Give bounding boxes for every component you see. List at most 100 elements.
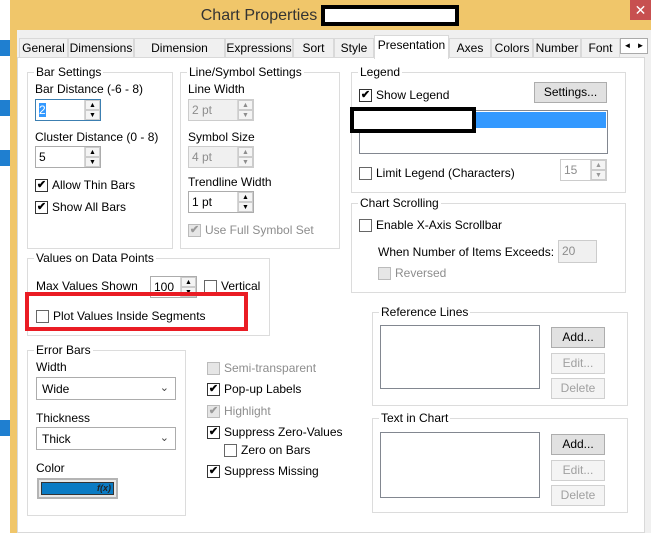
check-icon: ✔ [188, 223, 201, 237]
tab-dimensions[interactable]: Dimensions [68, 38, 134, 58]
check-icon: ✔ [207, 382, 220, 396]
delete-reference-line-button[interactable]: Delete [551, 378, 605, 399]
add-reference-line-button[interactable]: Add... [551, 327, 605, 348]
spin-up-icon: ▲ [238, 100, 253, 110]
spin-up-icon: ▲ [238, 147, 253, 157]
limit-legend-checkbox[interactable]: Limit Legend (Characters) [359, 166, 515, 180]
spin-up-icon[interactable]: ▲ [85, 100, 100, 110]
redacted-title [321, 5, 460, 26]
symbol-size-label: Symbol Size [188, 130, 255, 144]
legend-settings-button[interactable]: Settings... [534, 82, 607, 103]
allow-thin-bars-checkbox[interactable]: ✔ Allow Thin Bars [35, 178, 135, 192]
suppress-missing-checkbox[interactable]: ✔ Suppress Missing [207, 464, 319, 478]
width-select[interactable]: Wide ⌄ [36, 377, 176, 400]
label: Allow Thin Bars [52, 178, 136, 192]
when-number-label: When Number of Items Exceeds: [378, 245, 555, 259]
symbol-size-spinner[interactable]: 4 pt ▲ ▼ [188, 146, 254, 168]
label: Suppress Missing [224, 464, 319, 478]
close-button[interactable]: ✕ [630, 0, 651, 20]
checkbox-box [359, 166, 372, 180]
label: Highlight [224, 404, 271, 418]
edit-reference-line-button[interactable]: Edit... [551, 353, 605, 374]
highlight-annotation-box [25, 292, 248, 331]
tab-general[interactable]: General [19, 38, 68, 58]
use-full-symbol-set-checkbox[interactable]: ✔ Use Full Symbol Set [188, 223, 314, 237]
spin-up-icon[interactable]: ▲ [181, 277, 196, 287]
value: 4 pt [192, 150, 213, 164]
delete-text-button[interactable]: Delete [551, 485, 605, 506]
value: 1 pt [192, 195, 213, 209]
group-title: Reference Lines [379, 305, 471, 319]
group-title: Bar Settings [34, 65, 104, 79]
value: 15 [564, 163, 578, 177]
line-width-spinner[interactable]: 2 pt ▲ ▼ [188, 99, 254, 121]
title-bar[interactable]: Chart Properties [10, 5, 650, 26]
text-in-chart-list[interactable] [380, 432, 540, 498]
tab-scroll-left-icon[interactable]: ◄ [621, 39, 634, 53]
tab-expressions[interactable]: Expressions [225, 38, 293, 58]
label: Suppress Zero-Values [224, 425, 343, 439]
cluster-distance-label: Cluster Distance (0 - 8) [35, 130, 159, 144]
check-icon: ✔ [359, 88, 372, 102]
edit-text-button[interactable]: Edit... [551, 460, 605, 481]
label: Vertical [221, 279, 261, 293]
window-title: Chart Properties [200, 6, 318, 24]
tab-sort[interactable]: Sort [293, 38, 334, 58]
zero-on-bars-checkbox[interactable]: Zero on Bars [224, 443, 310, 457]
suppress-zero-values-checkbox[interactable]: ✔ Suppress Zero-Values [207, 425, 343, 439]
tab-style[interactable]: Style [334, 38, 374, 58]
tab-dimension-limits[interactable]: Dimension Limits [134, 38, 225, 73]
group-title: Text in Chart [379, 411, 451, 425]
thickness-select[interactable]: Thick ⌄ [36, 427, 176, 450]
cluster-distance-spinner[interactable]: 5 ▲ ▼ [35, 146, 101, 168]
checkbox-box [207, 361, 220, 375]
spin-down-icon[interactable]: ▼ [85, 110, 100, 120]
label: Pop-up Labels [224, 382, 302, 396]
spin-down-icon[interactable]: ▼ [85, 157, 100, 167]
popup-labels-checkbox[interactable]: ✔ Pop-up Labels [207, 382, 301, 396]
spin-up-icon[interactable]: ▲ [238, 192, 253, 202]
checkbox-box [224, 443, 237, 457]
highlight-checkbox[interactable]: ✔ Highlight [207, 404, 271, 418]
spin-down-icon[interactable]: ▼ [238, 202, 253, 212]
redacted-legend-item [350, 107, 476, 133]
spin-down-icon: ▼ [238, 110, 253, 120]
spin-up-icon[interactable]: ▲ [85, 147, 100, 157]
spin-up-icon: ▲ [591, 160, 606, 170]
label: Use Full Symbol Set [205, 223, 314, 237]
value: Wide [42, 382, 70, 396]
check-icon: ✔ [35, 178, 48, 192]
tab-presentation[interactable]: Presentation [374, 35, 449, 59]
tab-scroll-right-icon[interactable]: ► [634, 39, 647, 53]
chevron-down-icon: ⌄ [159, 432, 169, 444]
trendline-width-spinner[interactable]: 1 pt ▲ ▼ [188, 191, 254, 213]
group-title: Values on Data Points [34, 251, 156, 265]
show-legend-checkbox[interactable]: ✔ Show Legend [359, 88, 449, 102]
tab-scroll: ◄ ► [620, 38, 648, 54]
bar-distance-spinner[interactable]: 2 ▲ ▼ [35, 99, 101, 121]
vertical-checkbox[interactable]: Vertical [204, 279, 260, 293]
max-values-label: Max Values Shown [36, 279, 138, 293]
tab-axes[interactable]: Axes [449, 38, 491, 58]
tab-colors[interactable]: Colors [491, 38, 533, 58]
check-icon: ✔ [207, 425, 220, 439]
enable-x-axis-scrollbar-checkbox[interactable]: Enable X-Axis Scrollbar [359, 218, 502, 232]
color-button[interactable]: f(x) [37, 478, 118, 499]
add-text-button[interactable]: Add... [551, 434, 605, 455]
checkbox-box [204, 279, 217, 293]
items-exceeds-field[interactable]: 20 [558, 240, 597, 263]
semi-transparent-checkbox[interactable]: Semi-transparent [207, 361, 316, 375]
spin-down-icon: ▼ [591, 170, 606, 180]
tab-number[interactable]: Number [533, 38, 581, 58]
group-title: Error Bars [34, 343, 93, 357]
group-title: Chart Scrolling [358, 196, 441, 210]
checkbox-box [378, 266, 391, 280]
fx-icon: f(x) [97, 483, 111, 493]
value: 2 [39, 103, 46, 117]
tab-font[interactable]: Font [581, 38, 620, 58]
spin-down-icon: ▼ [238, 157, 253, 167]
reference-lines-list[interactable] [380, 325, 540, 389]
limit-legend-spinner[interactable]: 15 ▲ ▼ [560, 159, 607, 181]
show-all-bars-checkbox[interactable]: ✔ Show All Bars [35, 200, 126, 214]
reversed-checkbox[interactable]: Reversed [378, 266, 446, 280]
